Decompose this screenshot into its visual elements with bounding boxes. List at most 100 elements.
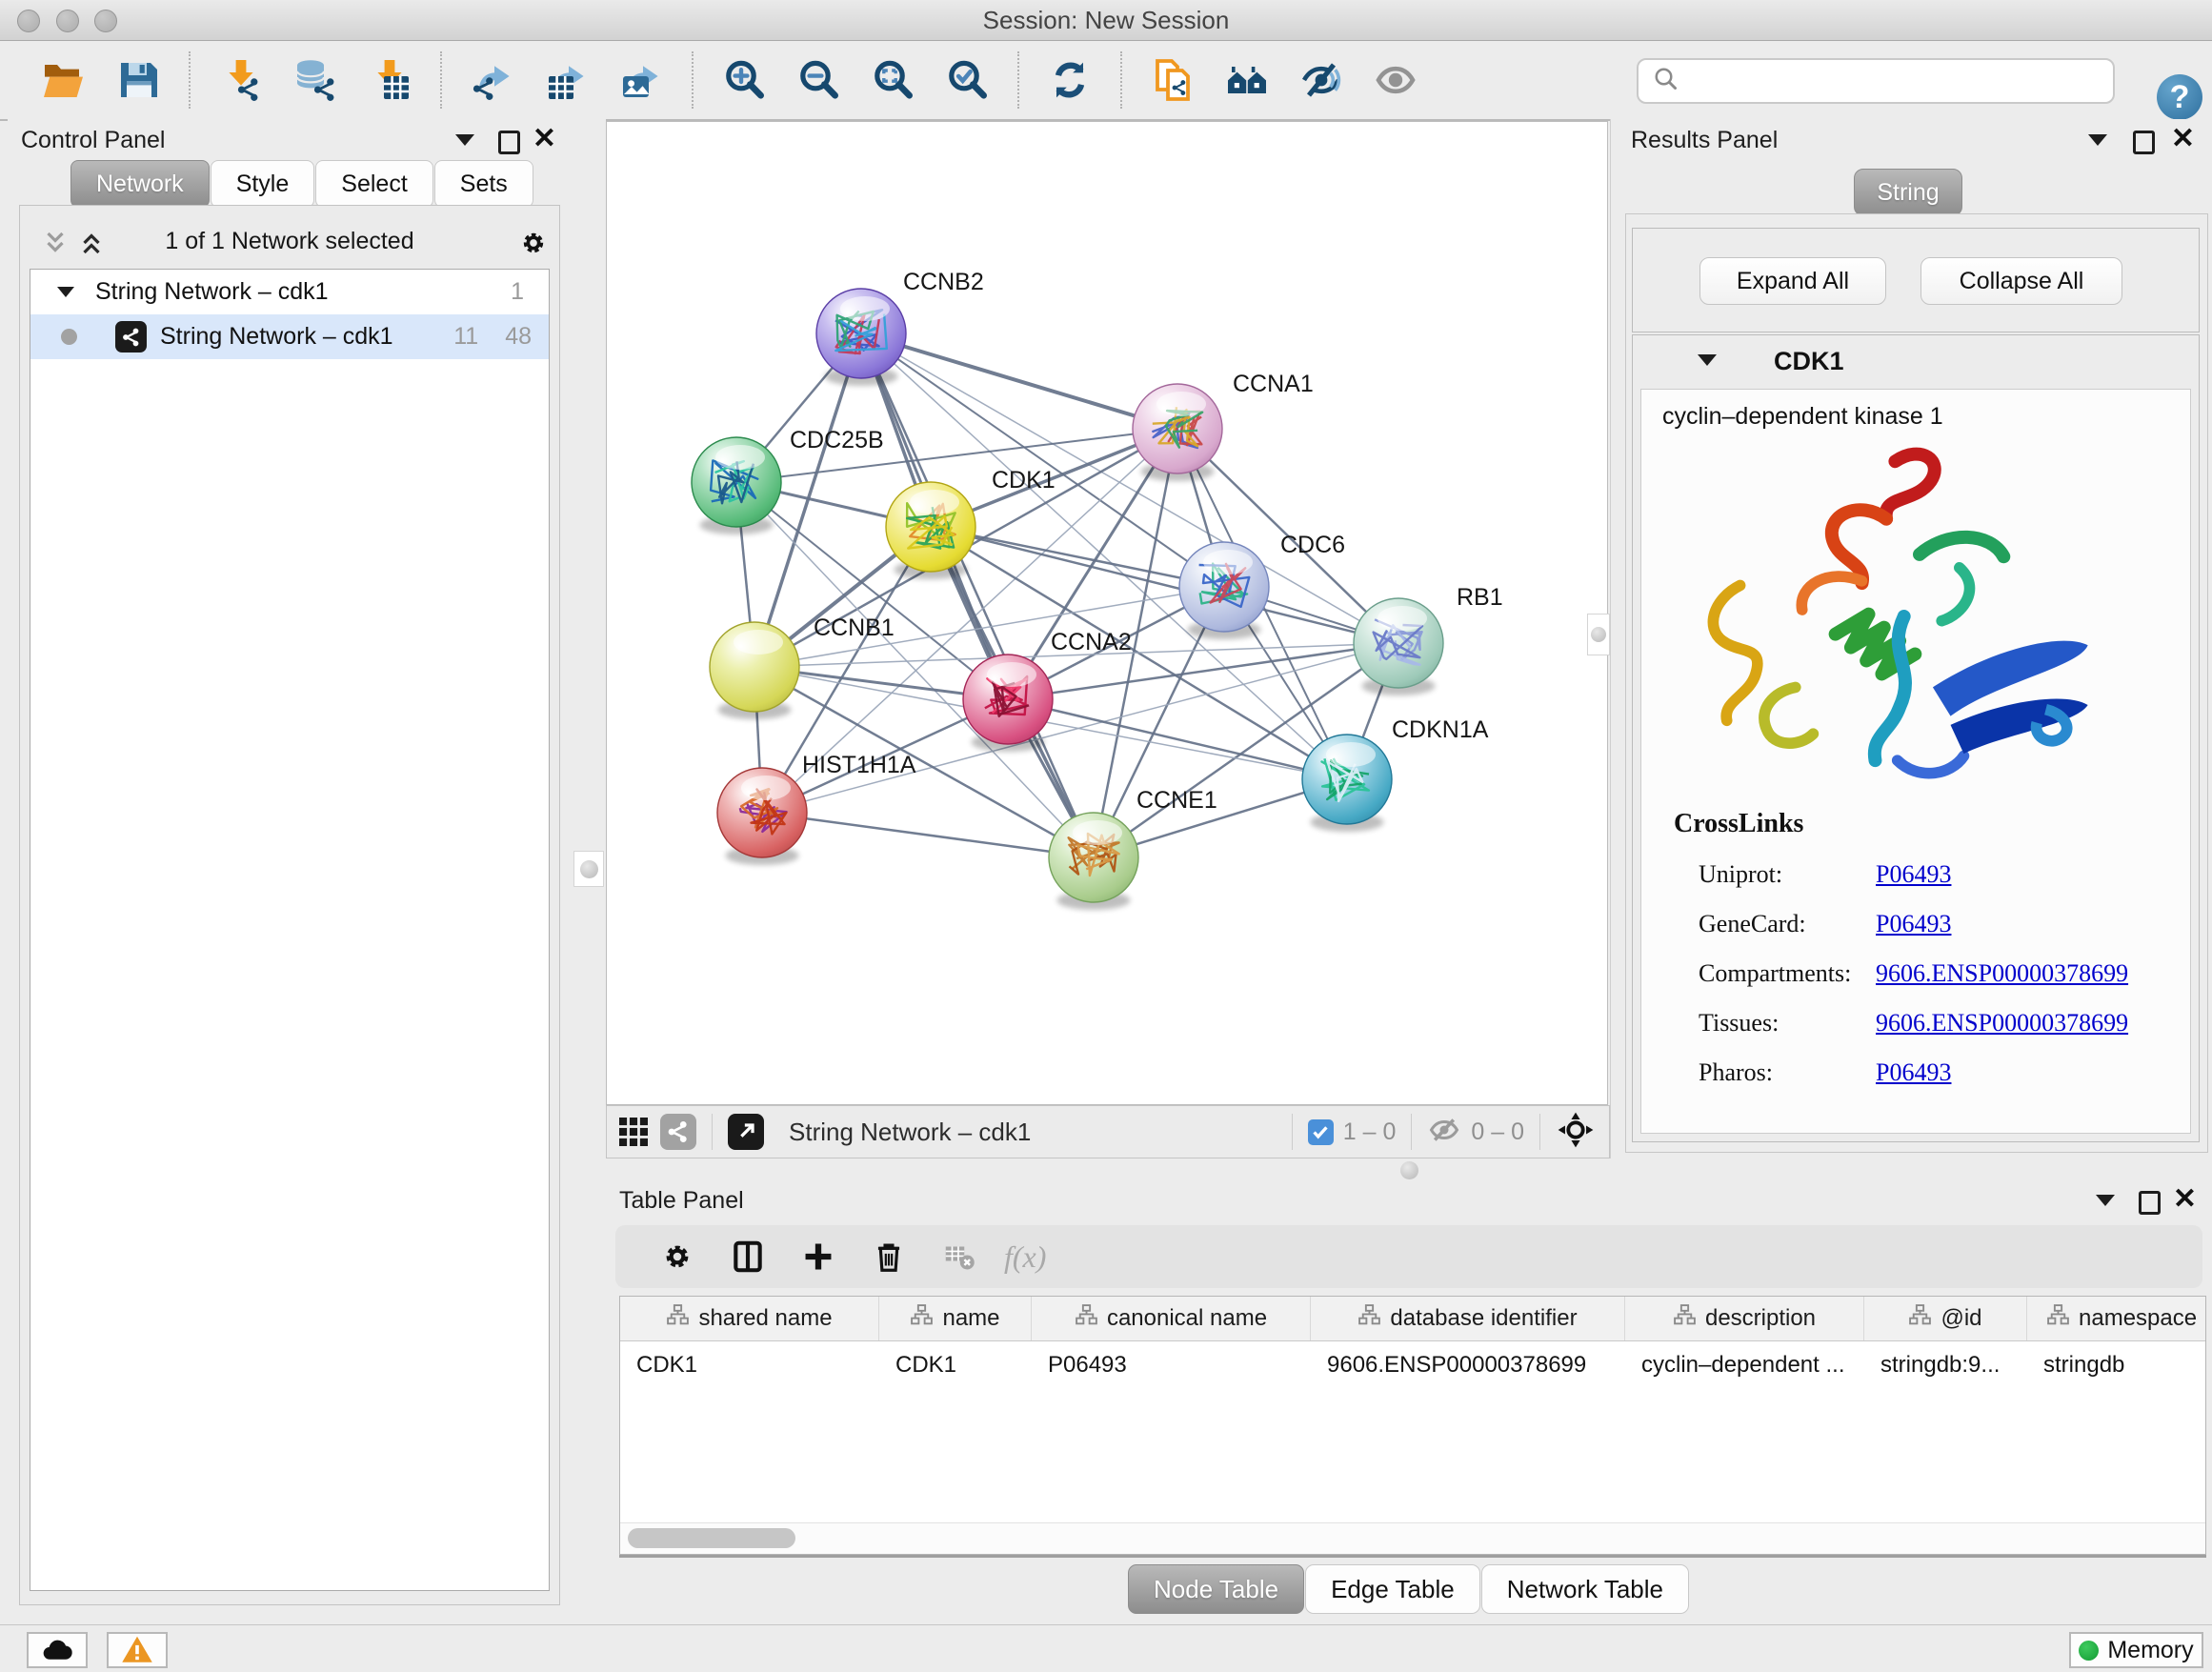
tab-sets[interactable]: Sets bbox=[434, 160, 533, 208]
network-share-icon[interactable] bbox=[660, 1114, 696, 1150]
node-CDC25B[interactable] bbox=[692, 437, 781, 534]
tab-select[interactable]: Select bbox=[315, 160, 432, 208]
panel-float-icon[interactable] bbox=[498, 131, 520, 154]
column-header-description[interactable]: description bbox=[1625, 1297, 1864, 1340]
edge-HIST1H1A-CCNE1[interactable] bbox=[762, 813, 1094, 857]
hidden-eye-icon[interactable] bbox=[1427, 1113, 1461, 1152]
zoom-in-icon[interactable] bbox=[707, 50, 781, 110]
table-cell[interactable]: CDK1 bbox=[879, 1341, 1032, 1385]
crosslink-link[interactable]: 9606.ENSP00000378699 bbox=[1876, 1009, 2128, 1037]
node-table[interactable]: shared namenamecanonical namedatabase id… bbox=[619, 1296, 2206, 1555]
network-list-item[interactable]: String Network – cdk11 bbox=[30, 270, 549, 314]
node-CDC6[interactable] bbox=[1179, 542, 1269, 639]
show-all-icon[interactable] bbox=[1358, 50, 1433, 110]
zoom-out-icon[interactable] bbox=[781, 50, 855, 110]
gear-icon[interactable] bbox=[517, 227, 550, 264]
tab-network[interactable]: Network bbox=[70, 160, 210, 208]
column-header-namespace[interactable]: namespace bbox=[2027, 1297, 2206, 1340]
panel-menu-icon[interactable] bbox=[2088, 134, 2107, 146]
open-in-browser-icon[interactable] bbox=[728, 1114, 764, 1150]
table-cell[interactable]: stringdb:9... bbox=[1864, 1341, 2027, 1385]
panel-menu-icon[interactable] bbox=[455, 134, 474, 146]
collapse-all-button[interactable]: Collapse All bbox=[1920, 257, 2122, 305]
tab-string[interactable]: String bbox=[1854, 169, 1962, 216]
node-CDKN1A[interactable] bbox=[1302, 735, 1392, 832]
refresh-icon[interactable] bbox=[1033, 50, 1107, 110]
tab-style[interactable]: Style bbox=[211, 160, 315, 208]
edge-CCNB2-CCNA1[interactable] bbox=[861, 333, 1177, 429]
import-table-icon[interactable] bbox=[352, 50, 427, 110]
table-cell[interactable]: P06493 bbox=[1032, 1341, 1311, 1385]
column-header-canonicalname[interactable]: canonical name bbox=[1032, 1297, 1311, 1340]
save-session-icon[interactable] bbox=[101, 50, 175, 110]
nested-networks-icon[interactable] bbox=[1210, 50, 1284, 110]
birdseye-view-icon[interactable] bbox=[1556, 1110, 1596, 1155]
panel-float-icon[interactable] bbox=[2133, 131, 2155, 154]
search-box[interactable] bbox=[1637, 58, 2115, 104]
expand-all-button[interactable]: Expand All bbox=[1699, 257, 1886, 305]
crosslink-link[interactable]: 9606.ENSP00000378699 bbox=[1876, 959, 2128, 988]
add-column-icon[interactable] bbox=[783, 1233, 854, 1280]
panel-menu-icon[interactable] bbox=[2096, 1195, 2115, 1206]
column-header-sharedname[interactable]: shared name bbox=[620, 1297, 879, 1340]
column-header-id[interactable]: @id bbox=[1864, 1297, 2027, 1340]
delete-table-icon[interactable] bbox=[924, 1233, 995, 1280]
memory-button[interactable]: Memory bbox=[2069, 1632, 2203, 1668]
collapse-entry-icon[interactable] bbox=[1698, 354, 1717, 366]
collapse-icon[interactable] bbox=[57, 287, 74, 297]
column-header-name[interactable]: name bbox=[879, 1297, 1032, 1340]
table-cell[interactable]: CDK1 bbox=[620, 1341, 879, 1385]
export-table-icon[interactable] bbox=[530, 50, 604, 110]
open-session-icon[interactable] bbox=[27, 50, 101, 110]
crosslink-link[interactable]: P06493 bbox=[1876, 860, 1951, 889]
select-columns-icon[interactable] bbox=[713, 1233, 783, 1280]
entry-header[interactable]: CDK1 bbox=[1633, 335, 2199, 387]
column-header-databaseidentifier[interactable]: database identifier bbox=[1311, 1297, 1625, 1340]
node-CCNB1[interactable] bbox=[710, 622, 799, 719]
import-network-icon[interactable] bbox=[204, 50, 278, 110]
control-panel-divider[interactable] bbox=[572, 119, 606, 1611]
divider-handle[interactable] bbox=[573, 851, 604, 887]
table-row[interactable]: CDK1CDK1P064939606.ENSP00000378699cyclin… bbox=[620, 1341, 2205, 1385]
divider-handle[interactable] bbox=[1400, 1161, 1418, 1179]
zoom-fit-icon[interactable] bbox=[855, 50, 930, 110]
grid-view-icon[interactable] bbox=[607, 1108, 660, 1156]
table-cell[interactable]: cyclin–dependent ... bbox=[1625, 1341, 1864, 1385]
node-CCNE1[interactable] bbox=[1049, 813, 1138, 910]
tab-node-table[interactable]: Node Table bbox=[1128, 1564, 1304, 1614]
edge-CCNB2-CCNE1[interactable] bbox=[861, 333, 1094, 857]
node-CDK1[interactable] bbox=[886, 482, 975, 579]
table-cell[interactable]: stringdb bbox=[2027, 1341, 2206, 1385]
import-database-icon[interactable] bbox=[278, 50, 352, 110]
tab-network-table[interactable]: Network Table bbox=[1481, 1564, 1689, 1614]
crosslink-link[interactable]: P06493 bbox=[1876, 1058, 1951, 1087]
tab-edge-table[interactable]: Edge Table bbox=[1305, 1564, 1480, 1614]
network-list-item[interactable]: String Network – cdk11148 bbox=[30, 314, 549, 359]
delete-column-icon[interactable] bbox=[854, 1233, 924, 1280]
panel-float-icon[interactable] bbox=[2139, 1191, 2161, 1215]
help-button[interactable]: ? bbox=[2157, 74, 2202, 120]
first-neighbors-icon[interactable] bbox=[1136, 50, 1210, 110]
table-horizontal-scrollbar[interactable] bbox=[620, 1522, 2205, 1554]
table-cell[interactable]: 9606.ENSP00000378699 bbox=[1311, 1341, 1625, 1385]
node-HIST1H1A[interactable] bbox=[717, 768, 807, 865]
warnings-button[interactable] bbox=[107, 1632, 168, 1668]
export-network-icon[interactable] bbox=[455, 50, 530, 110]
node-CCNA1[interactable] bbox=[1133, 384, 1222, 481]
scrollbar-thumb[interactable] bbox=[628, 1528, 795, 1548]
table-settings-gear-icon[interactable] bbox=[642, 1233, 713, 1280]
network-canvas[interactable]: CCNB2CCNA1CDC25BCDK1CDC6RB1CCNB1CCNA2CDK… bbox=[606, 121, 1608, 1105]
crosslink-link[interactable]: P06493 bbox=[1876, 910, 1951, 938]
hide-selected-icon[interactable] bbox=[1284, 50, 1358, 110]
node-RB1[interactable] bbox=[1354, 598, 1443, 695]
selected-nodes-checkbox[interactable] bbox=[1308, 1119, 1334, 1145]
panel-close-icon[interactable]: ✕ bbox=[2171, 130, 2195, 149]
divider-handle[interactable] bbox=[1587, 614, 1610, 655]
export-image-icon[interactable] bbox=[604, 50, 678, 110]
function-builder-icon[interactable]: f(x) bbox=[1004, 1239, 1046, 1275]
panel-close-icon[interactable]: ✕ bbox=[533, 130, 556, 149]
edge-CCNA2-CDKN1A[interactable] bbox=[1008, 699, 1347, 779]
search-input[interactable] bbox=[1690, 63, 2113, 99]
panel-close-icon[interactable]: ✕ bbox=[2173, 1190, 2197, 1209]
zoom-selected-icon[interactable] bbox=[930, 50, 1004, 110]
